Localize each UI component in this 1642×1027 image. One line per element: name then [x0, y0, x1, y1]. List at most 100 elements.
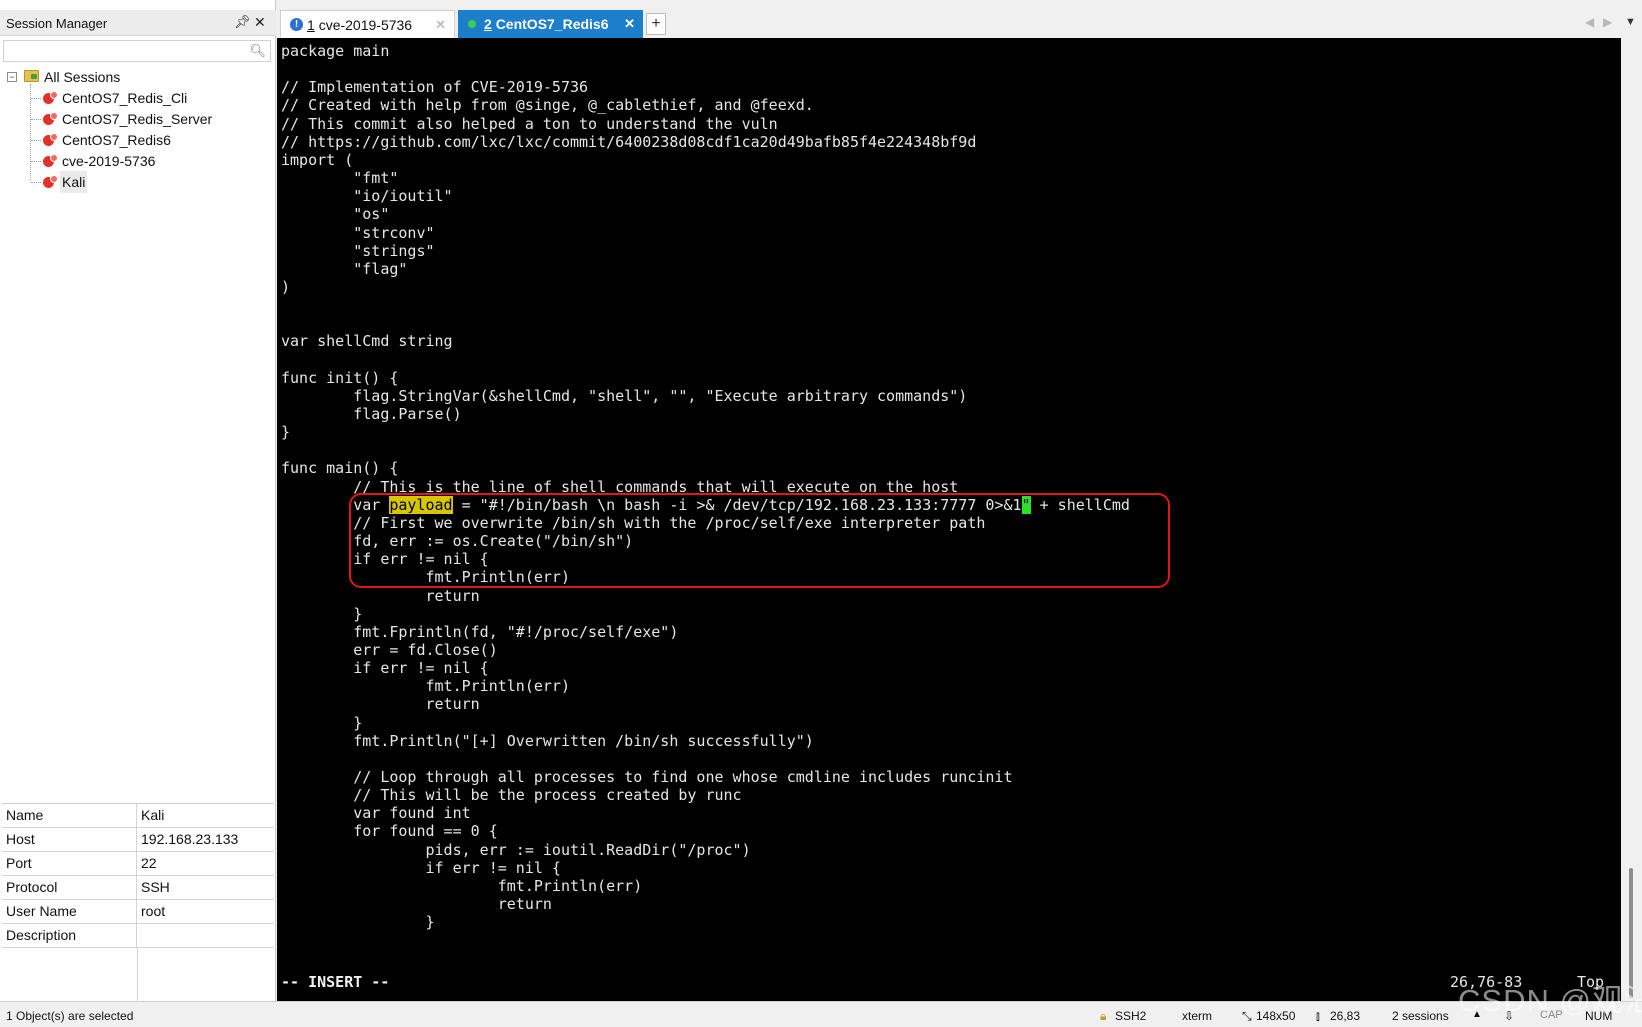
- tab-number: 1: [307, 17, 315, 33]
- session-manager-title: Session Manager: [6, 16, 108, 31]
- property-key: User Name: [2, 900, 137, 923]
- tab-title: cve-2019-5736: [318, 17, 413, 33]
- tree-item-label: cve-2019-5736: [62, 153, 156, 169]
- tab-scroll-left-icon[interactable]: ◀: [1585, 15, 1594, 29]
- property-row-description: Description: [2, 924, 274, 948]
- terminal-line: return: [281, 895, 552, 914]
- close-icon[interactable]: ✕: [254, 14, 266, 31]
- property-row-port: Port 22: [2, 852, 274, 876]
- session-icon: [42, 133, 58, 147]
- annotation-highlight-box: [349, 493, 1170, 588]
- terminal-line: "strconv": [281, 223, 435, 242]
- property-grid-blank-area: [2, 948, 274, 1006]
- property-value: Kali: [141, 807, 165, 823]
- close-tab-icon[interactable]: ✕: [624, 10, 635, 38]
- connected-dot-icon: [468, 20, 476, 28]
- terminal-line: // https://github.com/lxc/lxc/commit/640…: [281, 132, 977, 151]
- resize-icon: ⤡: [1242, 1009, 1252, 1023]
- search-icon[interactable]: 🔍︎: [249, 43, 266, 59]
- property-key: Protocol: [2, 876, 137, 899]
- terminal-line: "fmt": [281, 169, 399, 188]
- terminal-line: flag.StringVar(&shellCmd, "shell", "", "…: [281, 386, 968, 405]
- terminal-line: err = fd.Close(): [281, 640, 498, 659]
- terminal-line: "flag": [281, 259, 408, 278]
- property-row-user-name: User Name root: [2, 900, 274, 924]
- tab-title: CentOS7_Redis6: [495, 16, 609, 32]
- property-key: Host: [2, 828, 137, 851]
- tree-item-centos7-redis-server[interactable]: CentOS7_Redis_Server: [0, 108, 270, 130]
- terminal-line: var shellCmd string: [281, 332, 453, 351]
- terminal-line: if err != nil {: [281, 659, 489, 678]
- tab-scroll-right-icon[interactable]: ▶: [1603, 15, 1612, 29]
- tab-list-dropdown-icon[interactable]: ▼: [1625, 16, 1636, 28]
- property-row-name: Name Kali: [2, 804, 274, 828]
- property-key: Port: [2, 852, 137, 875]
- session-icon: [42, 154, 58, 168]
- tree-item-centos7-redis6[interactable]: CentOS7_Redis6: [0, 129, 270, 151]
- session-count-status[interactable]: 2 sessions: [1392, 1009, 1449, 1023]
- tree-item-label: CentOS7_Redis_Server: [62, 111, 213, 127]
- terminal-line: for found == 0 {: [281, 822, 498, 841]
- terminal-line: "strings": [281, 241, 435, 260]
- property-value: SSH: [141, 879, 170, 895]
- property-key: Name: [2, 804, 137, 827]
- session-tab-bar: ! 1 cve-2019-5736 ✕ 2 CentOS7_Redis6 ✕ +…: [277, 8, 1642, 38]
- tab-label: 2 CentOS7_Redis6: [484, 10, 609, 38]
- property-row-host: Host 192.168.23.133: [2, 828, 274, 852]
- cursor-icon: ⫾: [1316, 1009, 1320, 1023]
- property-key: Description: [2, 924, 137, 947]
- lock-icon: 🔒︎: [1100, 1009, 1107, 1023]
- terminal-line: // Implementation of CVE-2019-5736: [281, 78, 589, 97]
- tree-root-label: All Sessions: [44, 69, 121, 85]
- tree-item-centos7-redis-cli[interactable]: CentOS7_Redis_Cli: [0, 87, 270, 109]
- pin-icon[interactable]: 📌︎: [234, 14, 251, 30]
- tab-label: 1 cve-2019-5736: [307, 11, 412, 39]
- terminal-line: // This commit also helped a ton to unde…: [281, 114, 778, 133]
- cursor-status: 26,83: [1330, 1009, 1361, 1023]
- session-manager-header: Session Manager 📌︎ ✕: [0, 10, 276, 36]
- info-icon: !: [290, 18, 303, 31]
- terminal-line: fmt.Println(err): [281, 677, 570, 696]
- selection-status: 1 Object(s) are selected: [6, 1009, 134, 1023]
- property-value: 22: [141, 855, 157, 871]
- terminal-line: // Created with help from @singe, @_cabl…: [281, 96, 814, 115]
- folder-icon: [24, 70, 39, 82]
- tree-item-label: CentOS7_Redis_Cli: [62, 90, 188, 106]
- tab-centos7-redis6[interactable]: 2 CentOS7_Redis6 ✕: [458, 10, 643, 38]
- protocol-status: SSH2: [1115, 1009, 1147, 1023]
- terminal-line: ): [281, 277, 291, 296]
- terminal-line: // This will be the process created by r…: [281, 786, 742, 805]
- property-row-protocol: Protocol SSH: [2, 876, 274, 900]
- terminal-line: package main: [281, 42, 390, 60]
- session-search-input[interactable]: 🔍︎: [3, 40, 271, 62]
- collapse-icon[interactable]: −: [7, 72, 17, 82]
- terminal-line: "os": [281, 205, 390, 224]
- tree-item-label: Kali: [60, 171, 88, 193]
- terminal-line: }: [281, 604, 363, 623]
- session-icon: [42, 91, 58, 105]
- terminal-line: fmt.Println("[+] Overwritten /bin/sh suc…: [281, 731, 814, 750]
- terminal-scrollbar[interactable]: [1621, 38, 1642, 1001]
- terminal-line: return: [281, 586, 480, 605]
- terminal-line: var found int: [281, 804, 471, 823]
- terminal-line: }: [281, 713, 363, 732]
- new-tab-button[interactable]: +: [646, 13, 666, 35]
- terminal-line: "io/ioutil": [281, 187, 453, 206]
- tree-item-label: CentOS7_Redis6: [62, 132, 171, 148]
- terminal-line: func main() {: [281, 459, 399, 478]
- tree-root-all-sessions[interactable]: − All Sessions: [0, 66, 270, 88]
- property-value: root: [141, 903, 166, 919]
- watermark: CSDN @观沾: [1458, 983, 1642, 1018]
- terminal-size-status: 148x50: [1256, 1009, 1296, 1023]
- property-value: 192.168.23.133: [141, 831, 239, 847]
- tab-number: 2: [484, 16, 492, 32]
- session-icon: [42, 175, 58, 189]
- terminal-line: fmt.Fprintln(fd, "#!/proc/self/exe"): [281, 622, 679, 641]
- tab-cve-2019-5736[interactable]: ! 1 cve-2019-5736 ✕: [280, 10, 455, 38]
- terminal-line: fmt.Println(err): [281, 876, 643, 895]
- tree-item-cve-2019-5736[interactable]: cve-2019-5736: [0, 150, 270, 172]
- terminal-view[interactable]: package main // Implementation of CVE-201…: [277, 38, 1621, 1001]
- close-tab-icon[interactable]: ✕: [435, 11, 446, 39]
- session-icon: [42, 112, 58, 126]
- tree-item-kali[interactable]: Kali: [0, 171, 270, 193]
